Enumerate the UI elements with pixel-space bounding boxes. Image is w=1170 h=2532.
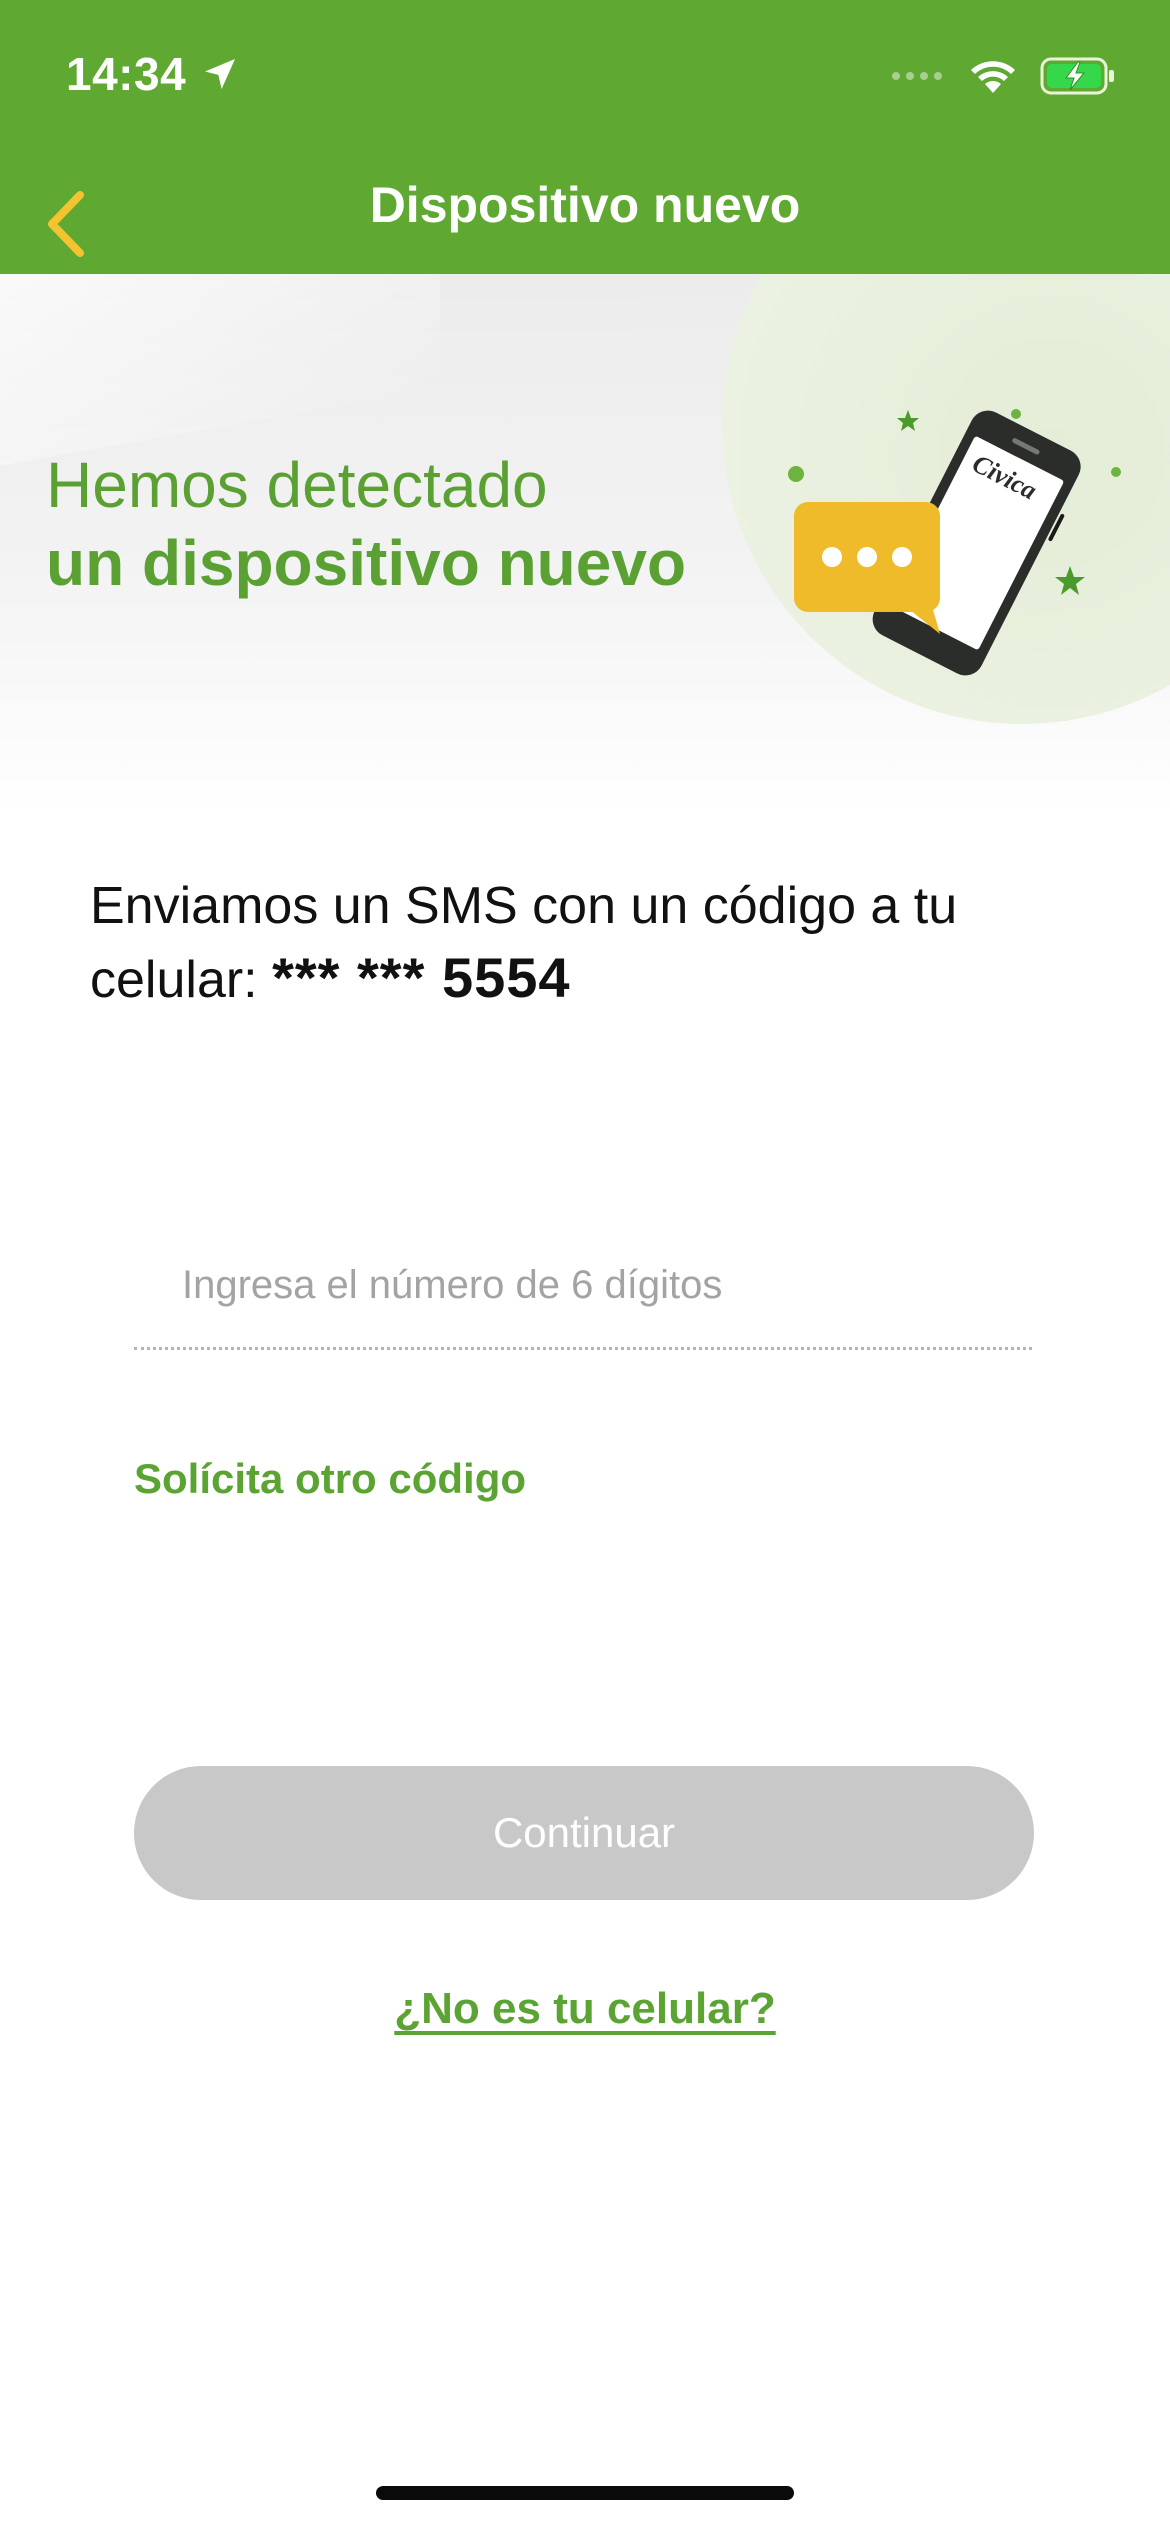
resend-code-link[interactable]: Solícita otro código [134,1455,526,1503]
star-icon [1055,566,1085,595]
masked-phone-number: *** *** 5554 [272,946,571,1009]
battery-charging-icon [1040,57,1114,95]
hero-heading-line2: un dispositivo nuevo [46,527,687,599]
sms-sent-message: Enviamos un SMS con un código a tu celul… [90,870,1090,1016]
decor-dot [1011,409,1021,419]
hero-heading-line1: Hemos detectado [46,449,548,521]
home-indicator [376,2486,794,2500]
continue-button[interactable]: Continuar [134,1766,1034,1900]
verification-code-input[interactable] [182,1240,1022,1330]
status-bar-time: 14:34 [66,44,240,104]
decor-dot [788,466,804,482]
code-field-underline [134,1347,1032,1350]
star-icon [897,410,919,431]
location-arrow-icon [205,59,236,89]
phone-sms-illustration: Civica [788,409,1121,676]
top-bar: 14:34 Dispositivo nuevo [0,0,1170,274]
status-bar-indicators [890,48,1116,104]
decor-dot [1111,467,1121,477]
cellular-dots-icon [892,72,942,80]
hero-heading: Hemos detectado un dispositivo nuevo [46,446,686,602]
chat-bubble-icon [794,502,940,634]
hero-banner: Hemos detectado un dispositivo nuevo Civ… [0,274,1170,814]
page-title: Dispositivo nuevo [369,177,801,233]
not-my-phone-link[interactable]: ¿No es tu celular? [0,1984,1170,2034]
status-time-text: 14:34 [66,48,187,100]
verification-code-field[interactable] [134,1220,1032,1350]
wifi-icon [971,61,1015,93]
